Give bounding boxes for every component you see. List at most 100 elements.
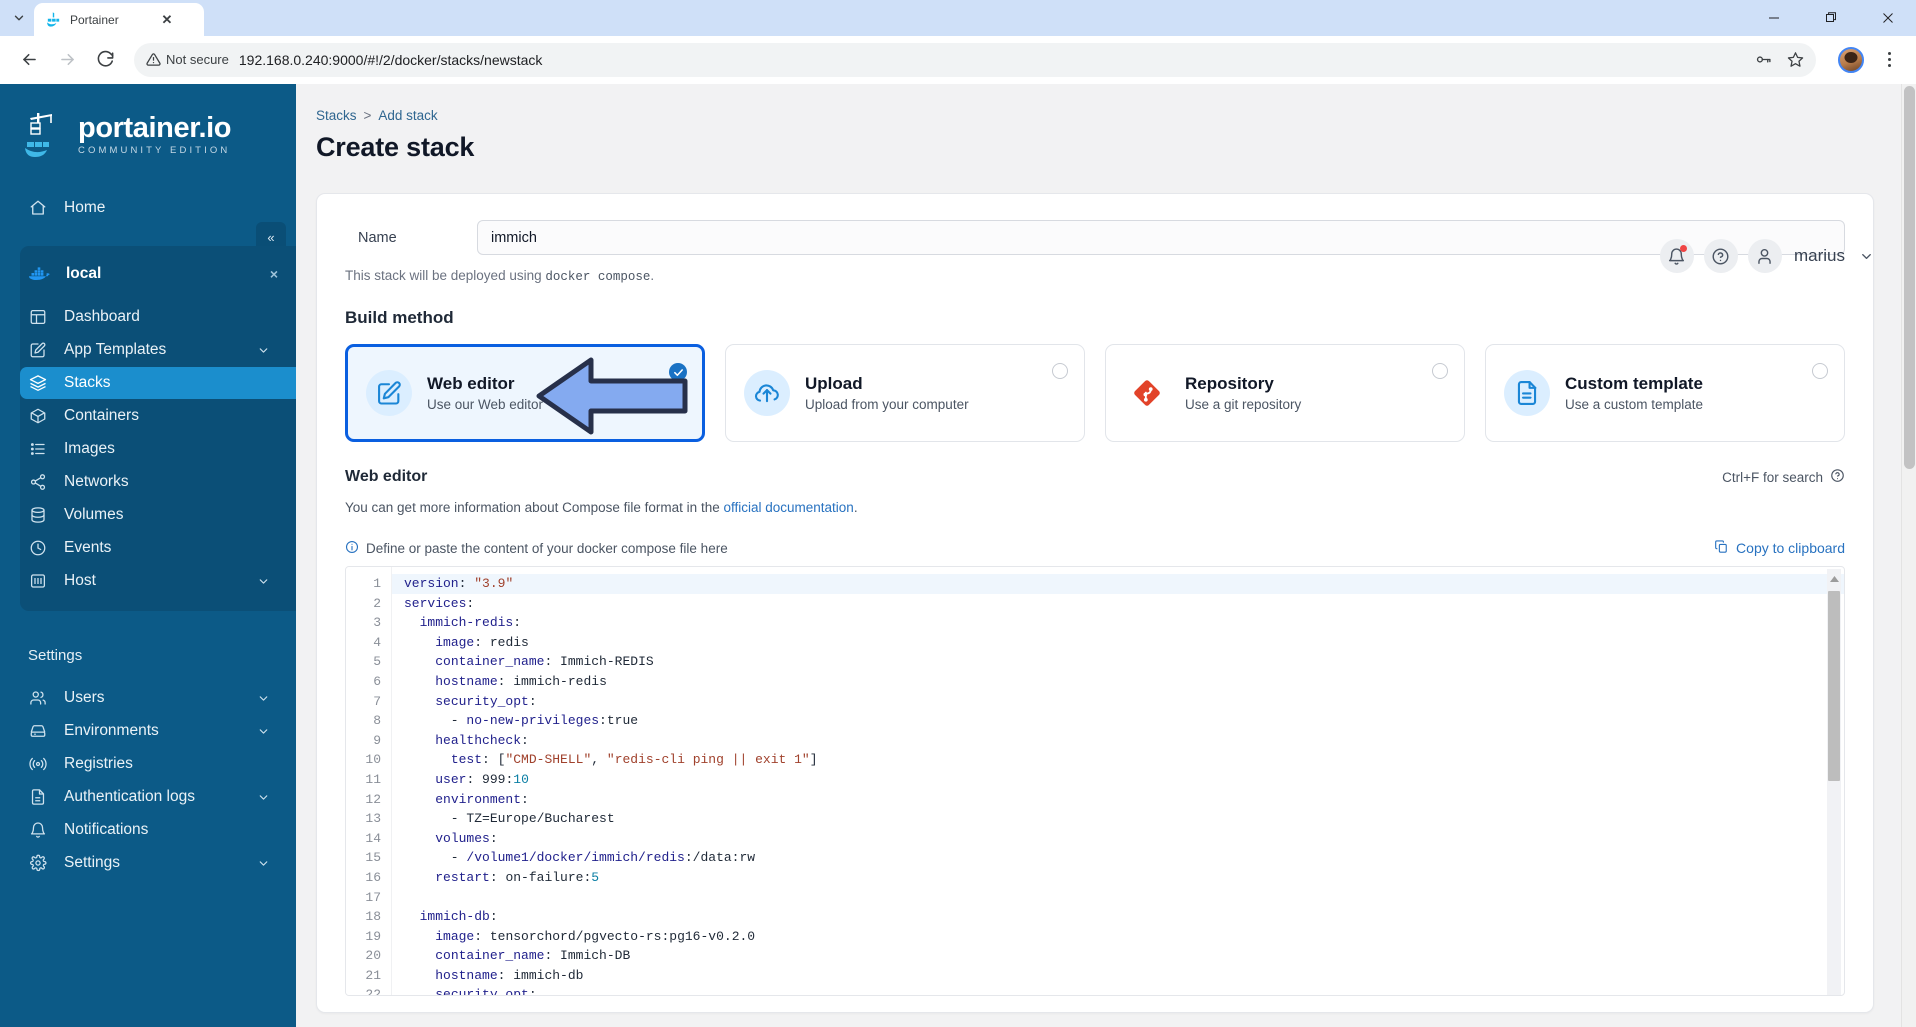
code-line: immich-redis: xyxy=(419,615,522,631)
portainer-logo[interactable]: portainer.io COMMUNITY EDITION xyxy=(0,84,296,184)
environments-icon xyxy=(28,722,47,741)
user-menu-chevron-down-icon[interactable] xyxy=(1859,249,1874,264)
upload-cloud-icon xyxy=(744,370,790,416)
editor-define-hint-label: Define or paste the content of your dock… xyxy=(366,540,728,556)
code-line: - /volume1/docker/immich/redis:/data:rw xyxy=(404,850,756,866)
sidebar-item-home[interactable]: Home xyxy=(0,192,296,224)
radio-button[interactable] xyxy=(1812,363,1828,379)
line-number: 16 xyxy=(365,869,381,885)
url-text[interactable]: 192.168.0.240:9000/#!/2/docker/stacks/ne… xyxy=(239,52,1748,68)
chevron-down-icon[interactable] xyxy=(257,791,270,804)
radio-selected-check-icon[interactable] xyxy=(669,363,687,381)
sidebar-item-label: Volumes xyxy=(64,506,124,523)
scrollbar-thumb[interactable] xyxy=(1828,591,1840,781)
stack-name-row: Name xyxy=(345,220,1845,255)
environment-section: local × Dashboard App Templates Stacks C… xyxy=(20,246,296,611)
build-method-upload[interactable]: Upload Upload from your computer xyxy=(725,344,1085,442)
kebab-menu-icon[interactable] xyxy=(1874,43,1904,77)
sidebar-item-environments[interactable]: Environments xyxy=(0,715,296,747)
chevron-down-icon[interactable] xyxy=(257,857,270,870)
main-content: Stacks > Add stack Create stack marius N… xyxy=(296,84,1916,1027)
registries-icon xyxy=(28,755,47,774)
page-scrollbar[interactable] xyxy=(1901,84,1916,1027)
line-number: 7 xyxy=(373,693,381,709)
environment-close-icon[interactable]: × xyxy=(270,267,278,281)
code-editor[interactable]: 1 2 3 4 5 6 7 8 9 10 11 12 13 14 15 16 17 18 19 20 21 22 vers… xyxy=(345,566,1845,996)
notifications-button[interactable] xyxy=(1659,239,1694,273)
chevron-down-icon[interactable] xyxy=(257,575,270,588)
gear-icon xyxy=(28,854,47,873)
logo-name: portainer.io xyxy=(78,112,232,145)
page-scrollbar-thumb[interactable] xyxy=(1904,86,1915,469)
window-minimize-icon[interactable] xyxy=(1745,0,1802,36)
edit-square-icon xyxy=(28,341,47,360)
code-line: services: xyxy=(404,595,475,611)
star-icon[interactable] xyxy=(1780,45,1810,75)
sidebar-item-registries[interactable]: Registries xyxy=(0,748,296,780)
stack-name-input[interactable] xyxy=(477,220,1845,255)
sidebar-item-containers[interactable]: Containers xyxy=(20,400,296,432)
radio-button[interactable] xyxy=(1052,363,1068,379)
sidebar-item-images[interactable]: Images xyxy=(20,433,296,465)
sidebar-item-stacks[interactable]: Stacks xyxy=(20,367,296,399)
environment-header[interactable]: local × xyxy=(20,257,296,291)
sidebar-item-label: Settings xyxy=(64,854,121,871)
security-indicator[interactable]: Not secure xyxy=(146,52,239,67)
sidebar-item-authentication-logs[interactable]: Authentication logs xyxy=(0,781,296,813)
browser-tab[interactable]: Portainer ✕ xyxy=(34,3,204,36)
editor-search-hint-label: Ctrl+F for search xyxy=(1722,469,1823,485)
code-line: hostname: immich-redis xyxy=(435,673,607,689)
sidebar-item-volumes[interactable]: Volumes xyxy=(20,499,296,531)
copy-to-clipboard-button[interactable]: Copy to clipboard xyxy=(1714,539,1845,557)
sidebar-item-networks[interactable]: Networks xyxy=(20,466,296,498)
tab-close-icon[interactable]: ✕ xyxy=(158,11,176,29)
address-bar[interactable]: Not secure 192.168.0.240:9000/#!/2/docke… xyxy=(134,42,1816,77)
code-line: volumes: xyxy=(435,830,498,846)
help-circle-icon[interactable] xyxy=(1830,468,1845,486)
sidebar-item-app-templates[interactable]: App Templates xyxy=(20,334,296,366)
line-number: 1 xyxy=(373,576,381,591)
official-documentation-link[interactable]: official documentation xyxy=(723,500,853,515)
git-icon xyxy=(1124,370,1170,416)
build-method-custom-template[interactable]: Custom template Use a custom template xyxy=(1485,344,1845,442)
window-close-icon[interactable] xyxy=(1859,0,1916,36)
code-line: restart: on-failure:5 xyxy=(435,869,600,885)
web-editor-icon xyxy=(366,370,412,416)
sidebar-item-settings[interactable]: Settings xyxy=(0,847,296,879)
radio-button[interactable] xyxy=(1432,363,1448,379)
sidebar-item-label: Users xyxy=(64,689,105,706)
sidebar-item-dashboard[interactable]: Dashboard xyxy=(20,301,296,333)
code-content[interactable]: version: "3.9" services: immich-redis: im… xyxy=(392,567,1844,995)
browser-profile-avatar[interactable] xyxy=(1838,46,1864,73)
sidebar-item-users[interactable]: Users xyxy=(0,682,296,714)
sidebar-item-label: Registries xyxy=(64,755,133,772)
chevron-down-icon[interactable] xyxy=(257,344,270,357)
back-arrow-icon[interactable] xyxy=(12,43,46,77)
browser-toolbar: Not secure 192.168.0.240:9000/#!/2/docke… xyxy=(0,36,1916,84)
sidebar-item-events[interactable]: Events xyxy=(20,532,296,564)
document-icon xyxy=(28,788,47,807)
build-method-repository[interactable]: Repository Use a git repository xyxy=(1105,344,1465,442)
tab-search-chevron-icon[interactable] xyxy=(4,3,34,33)
help-button[interactable] xyxy=(1703,239,1738,273)
bell-icon xyxy=(28,821,47,840)
scrollbar-up-arrow-icon[interactable] xyxy=(1830,576,1839,582)
sidebar-item-label: Environments xyxy=(64,722,159,739)
user-avatar[interactable] xyxy=(1747,239,1782,273)
build-method-web-editor[interactable]: Web editor Use our Web editor xyxy=(345,344,705,442)
chevron-down-icon[interactable] xyxy=(257,692,270,705)
chevron-down-icon[interactable] xyxy=(257,725,270,738)
username-label[interactable]: marius xyxy=(1794,246,1845,266)
window-maximize-icon[interactable] xyxy=(1802,0,1859,36)
line-number: 17 xyxy=(365,889,381,905)
breadcrumb-stacks[interactable]: Stacks xyxy=(316,108,357,123)
code-editor-scrollbar[interactable] xyxy=(1827,569,1841,995)
password-key-icon[interactable] xyxy=(1748,45,1778,75)
build-method-desc: Use our Web editor xyxy=(427,397,544,412)
breadcrumb-add-stack: Add stack xyxy=(378,108,438,123)
header-actions: marius xyxy=(1659,239,1874,273)
reload-icon[interactable] xyxy=(88,43,122,77)
sidebar-item-host[interactable]: Host xyxy=(20,565,296,597)
sidebar-item-notifications[interactable]: Notifications xyxy=(0,814,296,846)
